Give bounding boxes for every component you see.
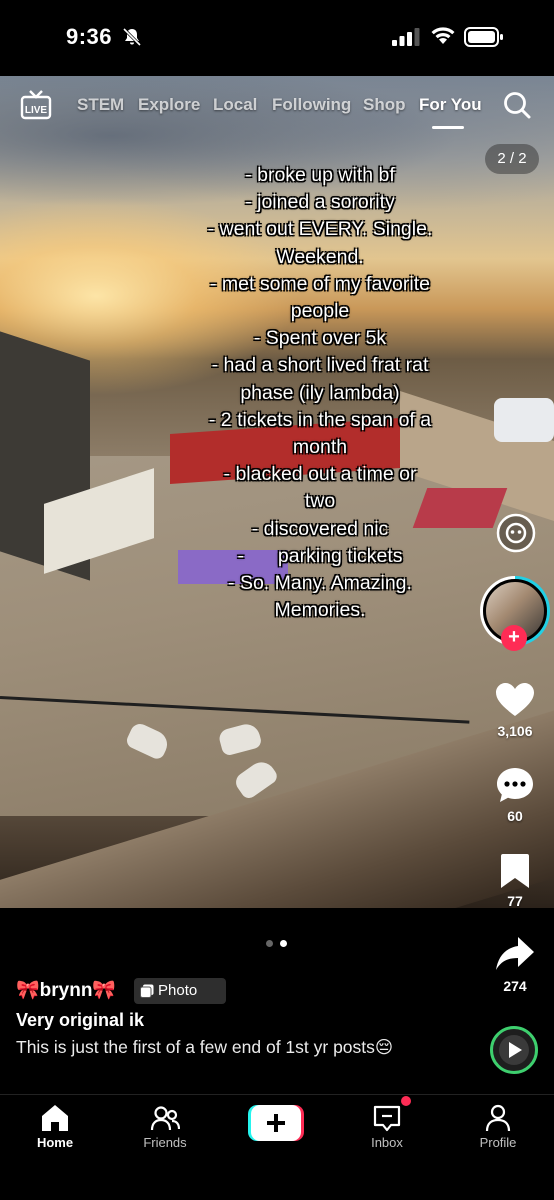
share-count: 274 [503, 978, 527, 994]
caption-line: people [290, 300, 350, 323]
status-time: 9:36 [66, 24, 113, 49]
bookmark-icon[interactable] [500, 853, 530, 889]
caption-line: - went out EVERY. Single. [207, 218, 433, 241]
author-name[interactable]: 🎀brynn🎀 [16, 978, 116, 1002]
tab-stem[interactable]: STEM [77, 95, 124, 115]
active-tab-indicator [432, 126, 464, 129]
caption-line: - discovered nic [251, 517, 389, 540]
photo-caption-overlay: - broke up with bf - joined a sorority - w… [170, 162, 470, 624]
tab-for-you[interactable]: For You [419, 95, 482, 115]
caption-line: - ⠀⠀parking tickets [237, 544, 403, 567]
caption-line: Memories. [274, 599, 366, 622]
carousel-dot [266, 940, 273, 947]
tab-following[interactable]: Following [272, 95, 351, 115]
tab-shop[interactable]: Shop [363, 95, 406, 115]
wifi-icon [431, 27, 455, 44]
caption-line: - joined a sorority [245, 191, 395, 214]
bell-off-icon [122, 27, 142, 47]
create-button[interactable] [248, 1105, 304, 1141]
sound-disc[interactable] [490, 1026, 538, 1074]
bookmark-count: 77 [507, 893, 523, 909]
caption-line: - 2 tickets in the span of a [208, 408, 432, 431]
nav-friends[interactable]: Friends [120, 1095, 210, 1159]
battery-icon [464, 27, 503, 47]
bottom-nav: Home Friends Inbox Profile [0, 1094, 554, 1200]
inbox-notification-dot [401, 1096, 411, 1106]
caption-line: - Spent over 5k [253, 327, 387, 350]
share-icon[interactable] [495, 936, 535, 972]
caption-line: Weekend. [276, 245, 364, 268]
nav-home[interactable]: Home [10, 1095, 100, 1159]
caption-line: - had a short lived frat rat [211, 354, 429, 377]
search-icon[interactable] [502, 90, 532, 120]
tab-local[interactable]: Local [213, 95, 257, 115]
nav-home-label: Home [36, 1135, 74, 1150]
live-icon[interactable]: LIVE [20, 90, 52, 120]
photo-icon [140, 984, 154, 998]
carousel-indicator [262, 940, 292, 950]
caption-line: month [292, 436, 348, 459]
nav-friends-label: Friends [143, 1135, 187, 1150]
white-car [494, 398, 554, 442]
play-icon [509, 1042, 522, 1058]
caption-line: - So. Many. Amazing. [228, 572, 412, 595]
friends-icon [150, 1106, 180, 1131]
tab-explore[interactable]: Explore [138, 95, 200, 115]
caption-line: - blacked out a time or [223, 463, 417, 486]
post-description[interactable]: This is just the first of a few end of 1… [16, 1036, 436, 1058]
profile-icon [485, 1104, 511, 1132]
nav-inbox-label: Inbox [371, 1135, 403, 1150]
caption-line: phase (ily lambda) [240, 381, 400, 404]
effect-icon[interactable] [496, 513, 536, 553]
follow-button[interactable]: + [501, 625, 527, 651]
page-counter: 2 / 2 [485, 144, 539, 174]
photo-badge: Photo [134, 978, 226, 1004]
heart-icon[interactable] [495, 682, 535, 718]
photo-badge-label: Photo [158, 982, 198, 999]
caption-line: - met some of my favorite [210, 272, 430, 295]
like-count: 3,106 [497, 723, 533, 739]
inbox-icon [373, 1105, 401, 1132]
nav-profile-label: Profile [479, 1135, 517, 1150]
svg-text:LIVE: LIVE [25, 105, 48, 116]
caption-line: - broke up with bf [245, 164, 395, 186]
home-icon [42, 1105, 68, 1131]
cellular-signal-icon [392, 28, 420, 46]
nav-profile[interactable]: Profile [453, 1095, 543, 1159]
nav-inbox[interactable]: Inbox [342, 1095, 432, 1159]
carousel-dot-active [280, 940, 287, 947]
caption-line: two [304, 490, 336, 513]
post-title: Very original ik [16, 1010, 145, 1030]
comment-count: 60 [507, 808, 523, 824]
status-bar: 9:36 [0, 0, 554, 76]
comment-icon[interactable] [495, 766, 535, 804]
